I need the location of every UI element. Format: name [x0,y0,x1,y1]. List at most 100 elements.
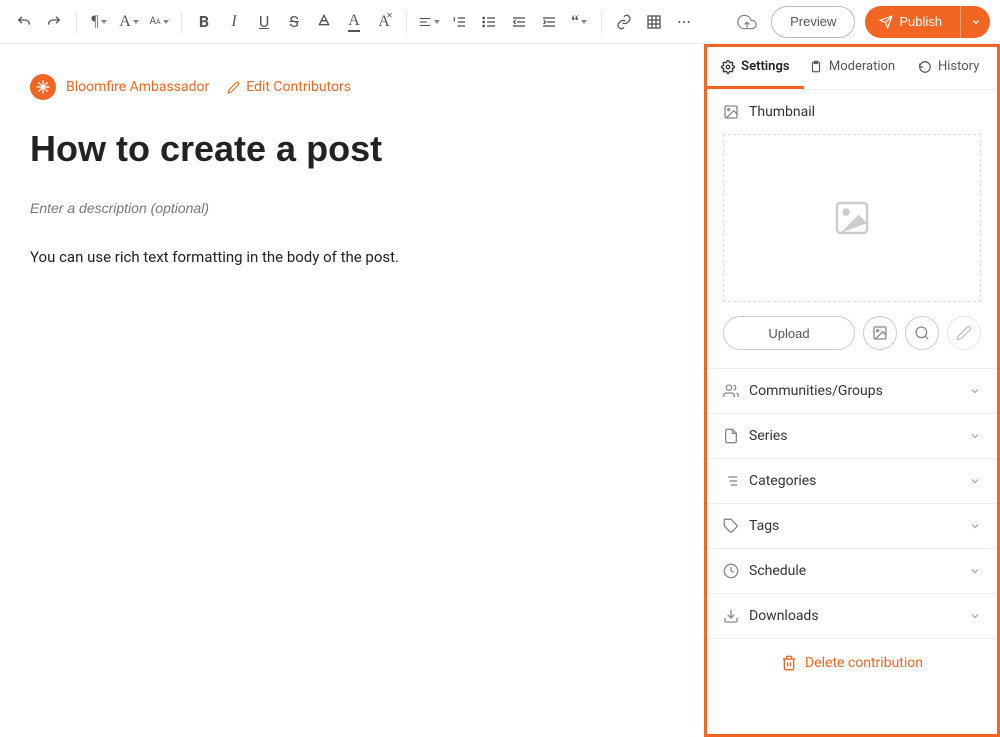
thumbnail-dropzone[interactable] [723,134,981,302]
clear-format-button[interactable]: A✕ [370,8,398,36]
edit-contributors-label: Edit Contributors [246,79,351,95]
section-communities-header[interactable]: Communities/Groups [707,369,997,413]
tag-icon [723,518,739,534]
download-icon [723,608,739,624]
section-tags: Tags [707,504,997,549]
asterisk-icon [35,79,51,95]
tab-history[interactable]: History [900,47,997,89]
chevron-down-icon [969,610,981,622]
italic-button[interactable]: I [220,8,248,36]
chevron-down-icon [969,565,981,577]
history-icon [918,60,932,74]
toolbar-separator [76,11,77,33]
list-icon [723,473,739,489]
tab-moderation[interactable]: Moderation [804,47,901,89]
sidebar-panel: Settings Moderation History Thumbnail [704,44,1000,737]
clock-icon [723,563,739,579]
section-schedule: Schedule [707,549,997,594]
clipboard-icon [809,60,823,74]
text-color-button[interactable]: A [340,8,368,36]
align-dropdown[interactable] [415,8,443,36]
bold-button[interactable]: B [190,8,218,36]
thumbnail-edit-button [947,316,981,350]
post-title-input[interactable] [30,128,674,170]
pencil-icon [227,81,240,94]
underline-button[interactable]: U [250,8,278,36]
section-communities-label: Communities/Groups [749,383,883,399]
save-cloud-button[interactable] [731,6,763,38]
image-placeholder-icon [830,198,874,238]
section-series: Series [707,414,997,459]
editor-area: Bloomfire Ambassador Edit Contributors Y… [0,44,704,737]
delete-contribution-link[interactable]: Delete contribution [707,639,997,687]
link-button[interactable] [610,8,638,36]
thumbnail-search-button[interactable] [905,316,939,350]
section-communities: Communities/Groups [707,369,997,414]
toolbar: ¶ A AA B I U S A A✕ “ Preview Publish [0,0,1000,44]
chevron-down-icon [969,520,981,532]
toolbar-separator [406,11,407,33]
section-series-label: Series [749,428,788,444]
toolbar-separator [181,11,182,33]
delete-contribution-label: Delete contribution [805,655,923,671]
image-icon [723,104,739,120]
pencil-icon [956,325,972,341]
sidebar-tabs: Settings Moderation History [707,47,997,90]
publish-label: Publish [899,14,942,29]
section-thumbnail-header[interactable]: Thumbnail [707,90,997,134]
author-avatar[interactable] [30,74,56,100]
font-size-dropdown[interactable]: AA [145,8,173,36]
ordered-list-button[interactable] [445,8,473,36]
chevron-down-icon [969,385,981,397]
thumbnail-library-button[interactable] [863,316,897,350]
table-button[interactable] [640,8,668,36]
post-body-editor[interactable]: You can use rich text formatting in the … [30,248,674,266]
section-downloads: Downloads [707,594,997,639]
redo-button[interactable] [40,8,68,36]
image-icon [872,325,888,341]
chevron-down-icon [969,475,981,487]
tab-moderation-label: Moderation [829,59,895,74]
author-name[interactable]: Bloomfire Ambassador [66,79,209,95]
tab-history-label: History [938,59,979,74]
preview-button[interactable]: Preview [771,6,855,38]
quote-dropdown[interactable]: “ [565,8,593,36]
trash-icon [781,655,797,671]
section-tags-header[interactable]: Tags [707,504,997,548]
unordered-list-button[interactable] [475,8,503,36]
toolbar-separator [601,11,602,33]
section-categories: Categories [707,459,997,504]
section-categories-header[interactable]: Categories [707,459,997,503]
section-downloads-header[interactable]: Downloads [707,594,997,638]
publish-dropdown[interactable] [960,6,990,38]
section-downloads-label: Downloads [749,608,819,624]
section-tags-label: Tags [749,518,779,534]
chevron-down-icon [971,17,981,27]
section-categories-label: Categories [749,473,816,489]
edit-contributors-link[interactable]: Edit Contributors [227,79,351,95]
chevron-down-icon [969,430,981,442]
strikethrough-button[interactable]: S [280,8,308,36]
upload-button[interactable]: Upload [723,316,855,350]
byline: Bloomfire Ambassador Edit Contributors [30,74,674,100]
undo-button[interactable] [10,8,38,36]
tab-settings[interactable]: Settings [707,47,804,89]
search-icon [914,325,930,341]
section-thumbnail: Thumbnail Upload [707,90,997,369]
font-family-dropdown[interactable]: A [115,8,143,36]
more-button[interactable] [670,8,698,36]
outdent-button[interactable] [505,8,533,36]
document-icon [723,428,739,444]
section-schedule-header[interactable]: Schedule [707,549,997,593]
paper-plane-icon [879,15,893,29]
indent-button[interactable] [535,8,563,36]
section-thumbnail-label: Thumbnail [749,104,815,120]
post-description-input[interactable] [30,200,674,216]
users-icon [723,383,739,399]
section-schedule-label: Schedule [749,563,806,579]
tab-settings-label: Settings [741,59,789,74]
highlight-button[interactable] [310,8,338,36]
paragraph-format-dropdown[interactable]: ¶ [85,8,113,36]
publish-button[interactable]: Publish [865,6,960,38]
section-series-header[interactable]: Series [707,414,997,458]
